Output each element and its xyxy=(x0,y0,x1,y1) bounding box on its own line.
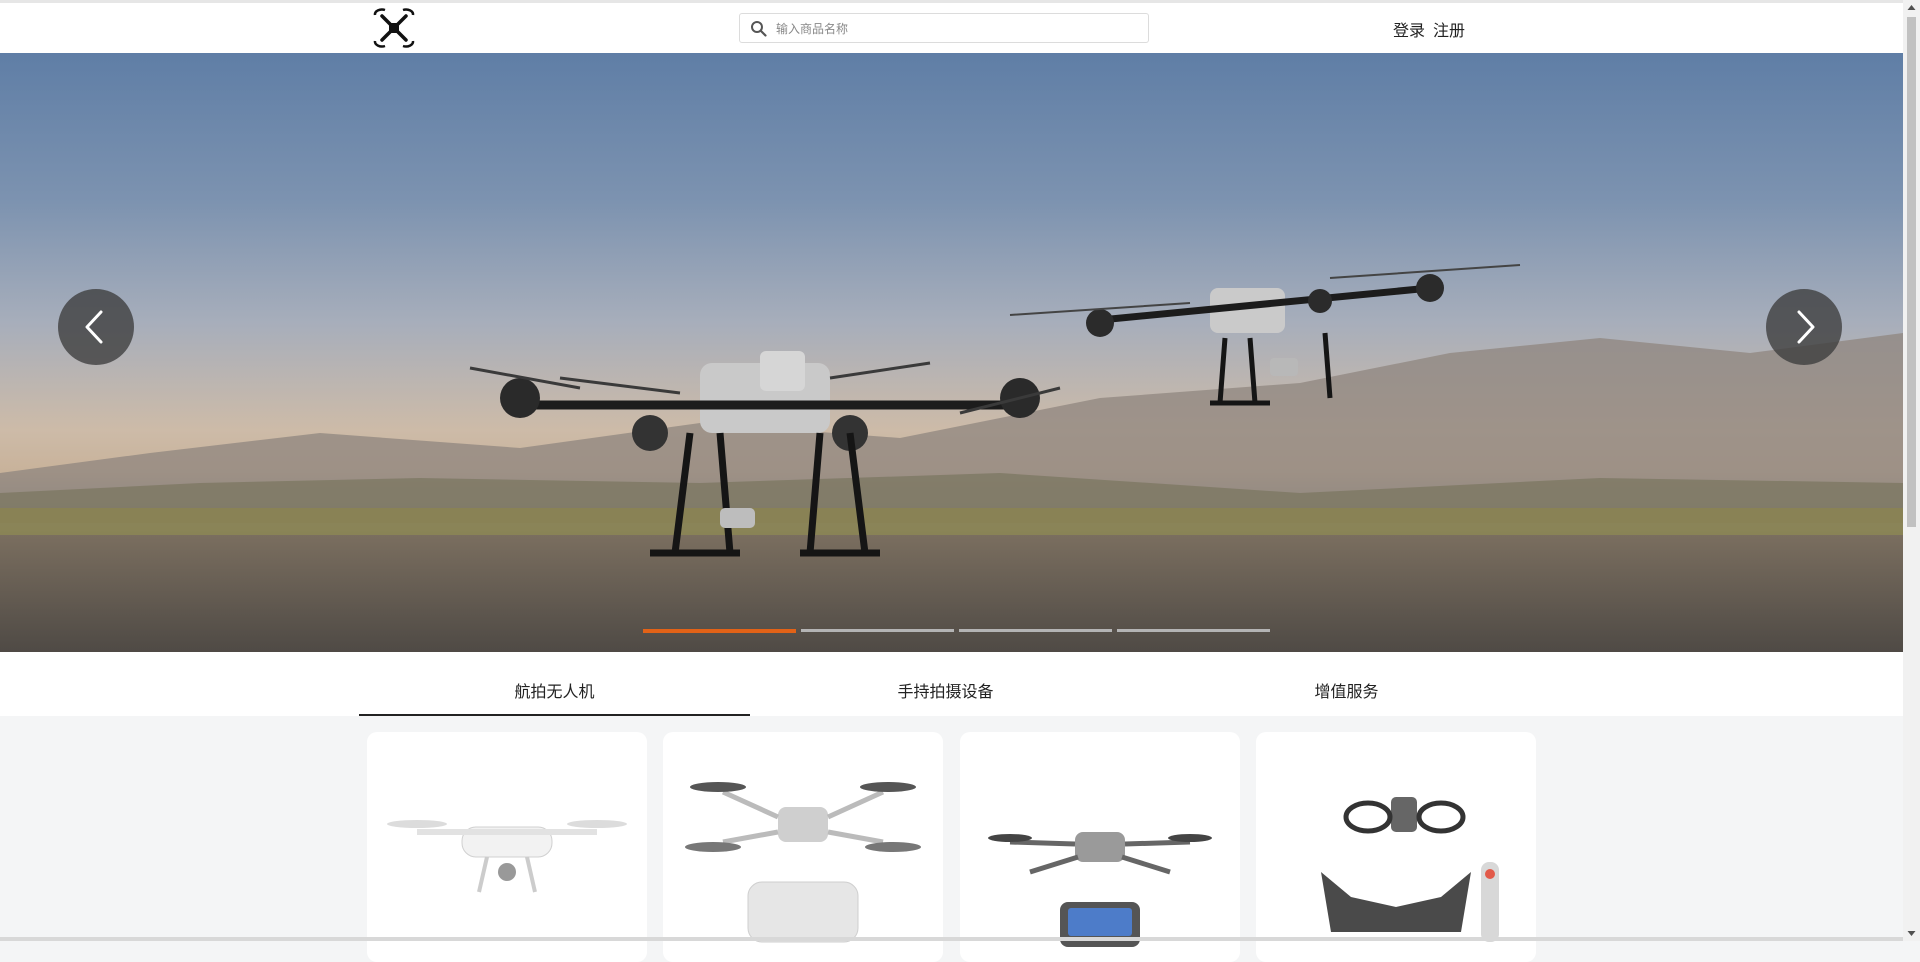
register-link[interactable]: 注册 xyxy=(1433,21,1465,40)
search-box xyxy=(739,13,1149,44)
phantom-drone-image xyxy=(387,820,627,893)
category-tabs: 航拍无人机 手持拍摄设备 增值服务 xyxy=(0,652,1903,716)
scroll-up-arrow-icon[interactable] xyxy=(1903,0,1920,17)
carousel-next-button[interactable] xyxy=(1766,289,1842,365)
hero-drone-photo xyxy=(0,264,1903,652)
drone-logo-icon[interactable] xyxy=(372,6,416,50)
tab-aerial-drones[interactable]: 航拍无人机 xyxy=(359,652,750,716)
carousel-indicators xyxy=(643,629,1273,633)
product-card[interactable] xyxy=(663,732,943,962)
chevron-left-icon xyxy=(85,310,103,344)
search-input[interactable] xyxy=(774,14,1138,44)
scroll-down-arrow-icon[interactable] xyxy=(1903,924,1920,941)
product-card[interactable] xyxy=(960,732,1240,962)
carousel-indicator-3[interactable] xyxy=(959,629,1112,632)
vertical-scrollbar[interactable] xyxy=(1903,0,1920,941)
auth-links: 登录 注册 xyxy=(1393,17,1465,41)
avata-fpv-kit-image xyxy=(1321,797,1499,942)
tab-value-added-services[interactable]: 增值服务 xyxy=(1151,652,1542,716)
hero-carousel xyxy=(0,53,1903,652)
chevron-right-icon xyxy=(1797,310,1815,344)
mini-drone-with-controller-image xyxy=(685,782,921,943)
scrollbar-thumb[interactable] xyxy=(1907,17,1916,527)
search-icon[interactable] xyxy=(750,20,767,37)
page-bottom-edge xyxy=(0,937,1903,941)
product-card[interactable] xyxy=(1256,732,1536,962)
carousel-indicator-1[interactable] xyxy=(643,629,796,633)
carousel-prev-button[interactable] xyxy=(58,289,134,365)
mavic-drone-with-screen-controller-image xyxy=(988,832,1212,947)
site-header: 登录注册 xyxy=(0,3,1903,54)
login-link[interactable]: 登录 xyxy=(1393,21,1425,40)
product-card[interactable] xyxy=(367,732,647,962)
product-grid xyxy=(0,732,1903,962)
carousel-indicator-2[interactable] xyxy=(801,629,954,632)
carousel-indicator-4[interactable] xyxy=(1117,629,1270,632)
tab-handheld-devices[interactable]: 手持拍摄设备 xyxy=(750,652,1141,716)
